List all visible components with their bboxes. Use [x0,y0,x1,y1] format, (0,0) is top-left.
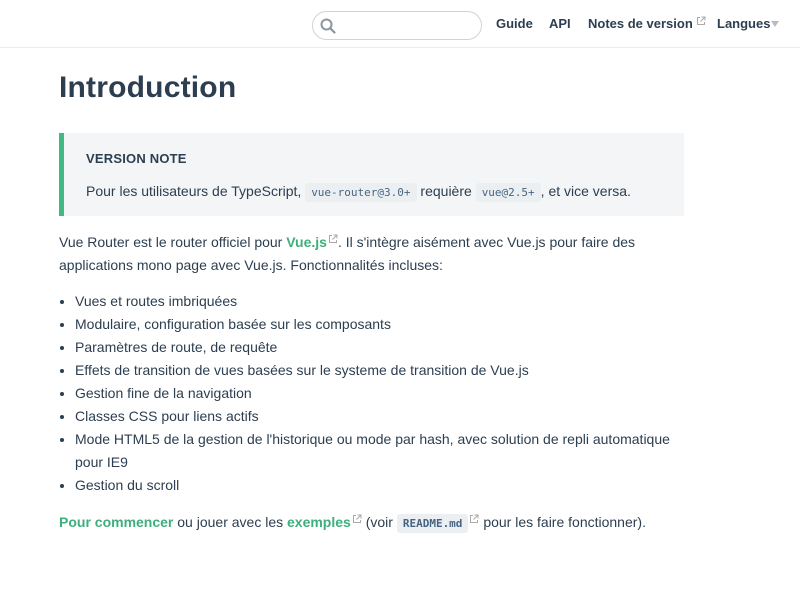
nav-link-guide[interactable]: Guide [496,16,533,32]
search-box[interactable] [312,11,482,40]
list-item: Mode HTML5 de la gestion de l'historique… [75,428,699,474]
list-item: Effets de transition de vues basées sur … [75,359,699,382]
navbar: Guide API Notes de version Langues [0,0,800,48]
code-vue-version: vue@2.5+ [475,183,541,202]
list-item: Modulaire, configuration basée sur les c… [75,313,699,336]
external-link-icon [696,16,706,25]
version-note-text-before: Pour les utilisateurs de TypeScript, [86,183,306,199]
chevron-down-icon [771,21,779,27]
vuejs-link[interactable]: Vue.js [286,234,338,250]
nav-link-release-notes-label: Notes de version [588,16,693,31]
footer-text-1: ou jouer avec les [173,514,287,530]
external-link-icon [352,514,362,523]
getting-started-link[interactable]: Pour commencer [59,514,173,530]
list-item: Classes CSS pour liens actifs [75,405,699,428]
footer-text-3: pour les faire fonctionner). [479,514,646,530]
version-note-text-middle: requière [416,183,476,199]
search-icon [320,18,336,34]
list-item: Gestion du scroll [75,474,699,497]
intro-paragraph: Vue Router est le router officiel pour V… [59,231,684,277]
list-item: Gestion fine de la navigation [75,382,699,405]
readme-link[interactable]: README.md [396,514,480,533]
examples-link-label: exemples [287,514,351,530]
vuejs-link-label: Vue.js [286,234,327,250]
getting-started-paragraph: Pour commencer ou jouer avec les exemple… [59,511,684,535]
external-link-icon [328,234,338,243]
features-list: Vues et routes imbriquées Modulaire, con… [59,290,699,497]
external-link-icon [470,514,479,523]
version-note-box: VERSION NOTE Pour les utilisateurs de Ty… [59,133,684,216]
code-vue-router-version: vue-router@3.0+ [305,183,417,202]
version-note-text: Pour les utilisateurs de TypeScript, vue… [86,181,631,203]
search-input[interactable] [343,15,473,36]
version-note-text-after: , et vice versa. [540,183,631,199]
page-title: Introduction [59,71,237,104]
footer-text-2: (voir [361,514,397,530]
version-note-title: VERSION NOTE [86,151,187,166]
nav-link-release-notes[interactable]: Notes de version [588,16,706,32]
list-item: Vues et routes imbriquées [75,290,699,313]
intro-text-before: Vue Router est le router officiel pour [59,234,287,250]
nav-dropdown-languages[interactable]: Langues [717,16,770,32]
nav-link-api[interactable]: API [549,16,571,32]
list-item: Paramètres de route, de requête [75,336,699,359]
code-readme: README.md [396,514,469,533]
examples-link[interactable]: exemples [287,514,362,530]
